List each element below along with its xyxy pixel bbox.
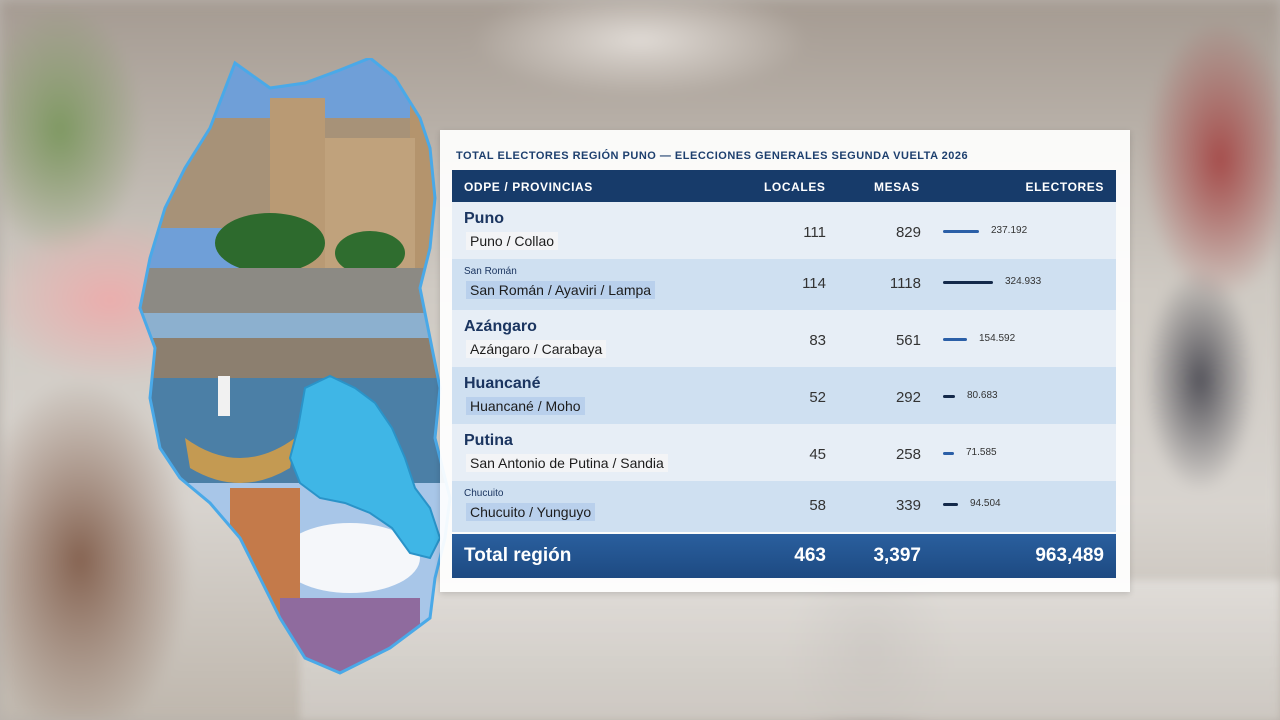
- puno-map-collage: [130, 58, 470, 678]
- electores-bar: [943, 281, 993, 284]
- locales-value: 111: [803, 224, 826, 241]
- total-row: Total región 463 3,397 963,489: [452, 534, 1116, 578]
- provinces-label: San Román / Ayaviri / Lampa: [466, 281, 656, 299]
- mesas-value: 339: [895, 497, 921, 514]
- odpe-name: Azángaro: [464, 318, 537, 335]
- electores-value: 324.933: [1005, 276, 1042, 287]
- odpe-name: Chucuito: [464, 488, 504, 499]
- table-row: Puno Puno / Collao 111 829 237.192: [452, 202, 1116, 259]
- total-locales: 463: [794, 545, 826, 566]
- total-label: Total región: [464, 545, 572, 566]
- table-body: Puno Puno / Collao 111 829 237.192 San Román S…: [452, 202, 1116, 532]
- table-row: Chucuito Chucuito / Yunguyo 58 339 94.504: [452, 481, 1116, 532]
- electores-bar: [943, 230, 979, 233]
- electores-bar: [943, 338, 967, 341]
- table-header: ODPE / PROVINCIAS LOCALES MESAS ELECTORE…: [452, 170, 1116, 202]
- locales-value: 52: [809, 389, 826, 406]
- mesas-value: 829: [895, 224, 921, 241]
- odpe-name: Putina: [464, 432, 513, 449]
- locales-value: 45: [809, 446, 826, 463]
- header-mesas: MESAS: [874, 180, 920, 194]
- header-locales: LOCALES: [764, 180, 826, 194]
- electores-value: 154.592: [979, 333, 1016, 344]
- table-row: Huancané Huancané / Moho 52 292 80.683: [452, 367, 1116, 424]
- provinces-label: Puno / Collao: [466, 232, 559, 250]
- table-row: Putina San Antonio de Putina / Sandia 45 25…: [452, 424, 1116, 481]
- provinces-label: Chucuito / Yunguyo: [466, 503, 596, 521]
- provinces-label: Azángaro / Carabaya: [466, 340, 607, 358]
- header-odpe: ODPE / PROVINCIAS: [464, 180, 593, 194]
- electores-value: 80.683: [967, 390, 998, 401]
- puno-map-image: [138, 58, 452, 675]
- electores-value: 71.585: [966, 447, 997, 458]
- mesas-value: 1118: [889, 275, 921, 292]
- provinces-label: San Antonio de Putina / Sandia: [466, 454, 668, 472]
- table-row: San Román San Román / Ayaviri / Lampa 114 1…: [452, 259, 1116, 310]
- locales-value: 114: [802, 275, 826, 292]
- electores-bar: [943, 452, 954, 455]
- mesas-value: 292: [895, 389, 921, 406]
- electores-bar: [943, 395, 955, 398]
- table-row: Azángaro Azángaro / Carabaya 83 561 154.592: [452, 310, 1116, 367]
- electores-bar: [943, 503, 958, 506]
- mesas-value: 258: [895, 446, 921, 463]
- locales-value: 83: [809, 332, 826, 349]
- odpe-name: Puno: [464, 210, 504, 227]
- locales-value: 58: [809, 497, 826, 514]
- total-electores: 963,489: [1035, 545, 1104, 566]
- electores-table-card: TOTAL ELECTORES REGIÓN PUNO — ELECCIONES…: [440, 130, 1130, 592]
- table-title: TOTAL ELECTORES REGIÓN PUNO — ELECCIONES…: [456, 150, 969, 162]
- electores-value: 237.192: [991, 225, 1028, 236]
- odpe-name: San Román: [464, 266, 517, 277]
- mesas-value: 561: [895, 332, 921, 349]
- provinces-label: Huancané / Moho: [466, 397, 585, 415]
- header-electores: ELECTORES: [1025, 180, 1104, 194]
- odpe-name: Huancané: [464, 375, 541, 392]
- electores-value: 94.504: [970, 498, 1001, 509]
- total-mesas: 3,397: [873, 545, 921, 566]
